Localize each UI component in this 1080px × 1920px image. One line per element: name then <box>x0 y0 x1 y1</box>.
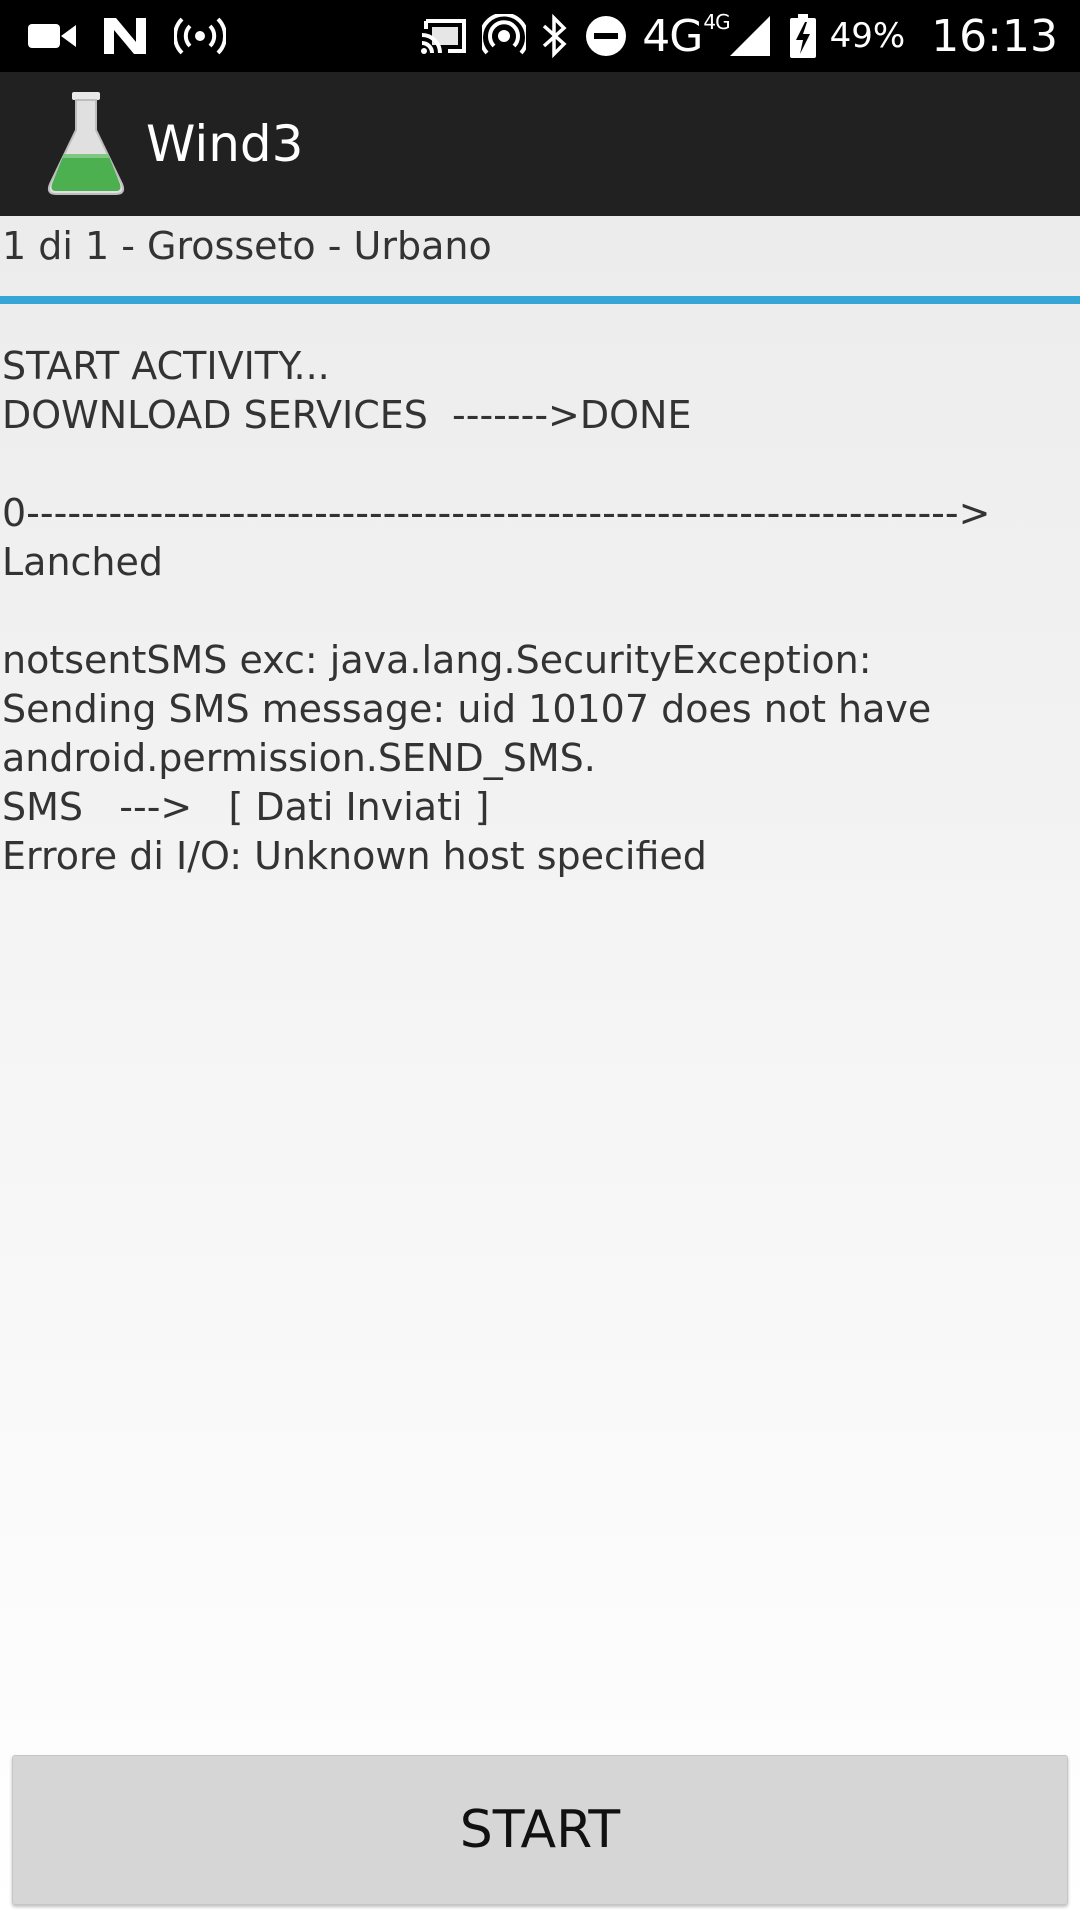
battery-percent: 49% <box>829 16 906 56</box>
app-bar: Wind3 <box>0 72 1080 216</box>
signal-icon <box>729 16 770 56</box>
do-not-disturb-icon <box>584 14 628 58</box>
network-type-text: 4G 4G <box>642 10 730 62</box>
status-bar: 4G 4G 49% 16:13 <box>0 0 1080 72</box>
start-button[interactable]: START <box>12 1755 1068 1905</box>
app-title: Wind3 <box>146 115 304 173</box>
cast-icon <box>420 17 468 55</box>
bluetooth-icon <box>540 14 570 58</box>
n-notification-icon <box>104 18 146 54</box>
flask-icon <box>46 92 126 196</box>
video-camera-icon <box>28 21 76 51</box>
battery-charging-icon <box>789 14 816 58</box>
progress-fill <box>0 296 1080 304</box>
clock: 16:13 <box>931 10 1058 62</box>
activity-log: START ACTIVITY... DOWNLOAD SERVICES ----… <box>2 344 991 878</box>
wifi-portable-icon <box>482 14 527 58</box>
status-left <box>28 16 254 56</box>
main-content: 1 di 1 - Grosseto - Urbano START ACTIVIT… <box>0 216 1080 1920</box>
status-right: 4G 4G 49% 16:13 <box>406 10 1058 62</box>
progress-bar <box>0 296 1080 304</box>
hotspot-icon <box>174 16 226 56</box>
network-sup-text: 4G <box>703 10 730 34</box>
route-header: 1 di 1 - Grosseto - Urbano <box>2 224 492 268</box>
